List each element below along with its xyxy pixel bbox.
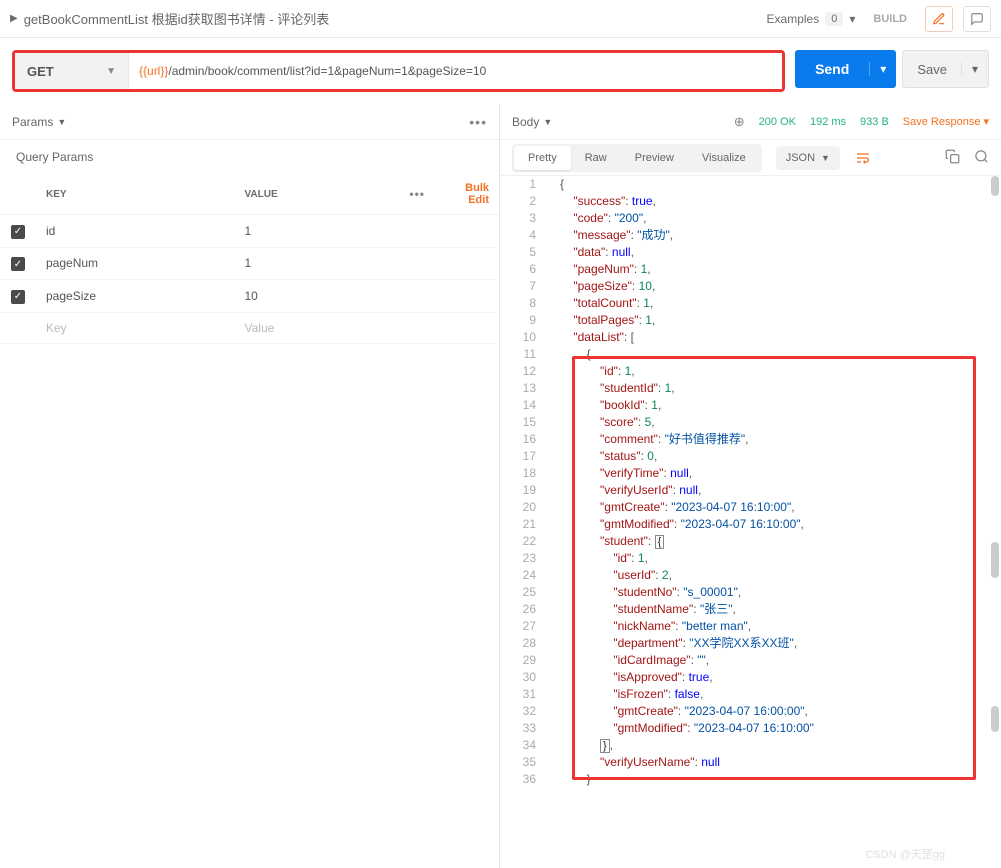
- key-header: KEY: [36, 174, 235, 215]
- param-value[interactable]: 10: [235, 280, 500, 313]
- param-row: ✓ pageSize 10: [0, 280, 499, 313]
- view-tab-visualize[interactable]: Visualize: [688, 146, 760, 170]
- copy-icon[interactable]: [945, 149, 960, 167]
- chevron-down-icon: ▾: [849, 12, 855, 26]
- param-row: ✓ id 1: [0, 215, 499, 248]
- param-key[interactable]: pageNum: [36, 247, 235, 280]
- checkbox[interactable]: ✓: [11, 225, 25, 239]
- param-row-ghost: Key Value: [0, 312, 499, 343]
- params-table: KEY VALUE ••• Bulk Edit ✓ id 1 ✓ pageNum…: [0, 174, 499, 344]
- url-input-group: GET ▼ {{url}}/admin/book/comment/list?id…: [12, 50, 785, 92]
- more-icon[interactable]: •••: [469, 114, 487, 130]
- value-header: VALUE: [235, 174, 382, 215]
- checkbox[interactable]: ✓: [11, 290, 25, 304]
- comment-icon[interactable]: [963, 6, 991, 32]
- chevron-down-icon: ▼: [543, 117, 552, 127]
- param-row: ✓ pageNum 1: [0, 247, 499, 280]
- save-dropdown[interactable]: ▾: [961, 62, 988, 76]
- method-select[interactable]: GET ▼: [15, 53, 129, 89]
- chevron-down-icon: ▼: [57, 117, 66, 127]
- chevron-down-icon: ▼: [106, 66, 116, 77]
- edit-icon[interactable]: [925, 6, 953, 32]
- save-button[interactable]: Save ▾: [902, 50, 989, 88]
- query-params-label: Query Params: [0, 140, 499, 174]
- chevron-down-icon: ▼: [821, 153, 830, 163]
- bulk-edit-link[interactable]: Bulk Edit: [465, 182, 489, 206]
- url-field[interactable]: {{url}}/admin/book/comment/list?id=1&pag…: [129, 53, 782, 89]
- save-response-link[interactable]: Save Response ▾: [903, 115, 989, 128]
- param-key-placeholder[interactable]: Key: [36, 312, 235, 343]
- response-body[interactable]: 1{2 "success": true,3 "code": "200",4 "m…: [500, 176, 1001, 868]
- param-key[interactable]: id: [36, 215, 235, 248]
- search-icon[interactable]: [974, 149, 989, 167]
- view-tab-preview[interactable]: Preview: [621, 146, 688, 170]
- response-size: 933 B: [860, 116, 889, 128]
- view-tab-pretty[interactable]: Pretty: [514, 146, 571, 170]
- view-mode-tabs: Pretty Raw Preview Visualize: [512, 144, 762, 172]
- param-value[interactable]: 1: [235, 215, 500, 248]
- wrap-lines-icon[interactable]: [850, 145, 876, 171]
- watermark: CSDN @天罡gg: [865, 846, 945, 862]
- globe-icon[interactable]: ⊕: [734, 114, 745, 130]
- send-button[interactable]: Send ▾: [795, 50, 896, 88]
- chevron-down-icon: ▾: [983, 115, 989, 128]
- request-title: getBookCommentList 根据id获取图书详情 - 评论列表: [24, 9, 330, 28]
- checkbox[interactable]: ✓: [11, 257, 25, 271]
- format-select[interactable]: JSON ▼: [776, 146, 840, 170]
- param-key[interactable]: pageSize: [36, 280, 235, 313]
- examples-dropdown[interactable]: Examples 0 ▾: [767, 12, 856, 26]
- view-tab-raw[interactable]: Raw: [571, 146, 621, 170]
- param-value[interactable]: 1: [235, 247, 500, 280]
- params-tab[interactable]: Params ▼: [12, 115, 66, 129]
- build-button[interactable]: BUILD: [865, 9, 915, 29]
- caret-right-icon[interactable]: ▶: [10, 13, 18, 24]
- status-code: 200 OK: [759, 116, 796, 128]
- param-value-placeholder[interactable]: Value: [235, 312, 500, 343]
- response-time: 192 ms: [810, 116, 846, 128]
- body-tab[interactable]: Body ▼: [512, 115, 552, 129]
- more-icon[interactable]: •••: [409, 187, 425, 201]
- send-dropdown[interactable]: ▾: [869, 62, 896, 76]
